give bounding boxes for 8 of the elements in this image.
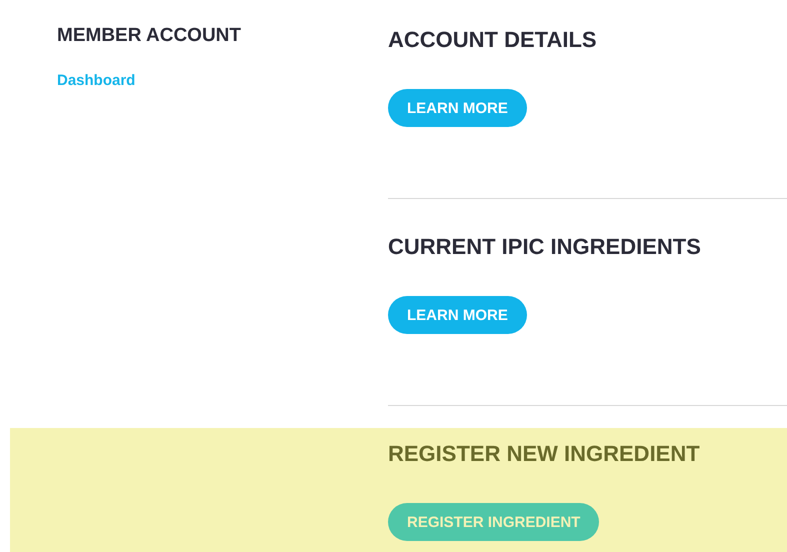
learn-more-button[interactable]: LEARN MORE (388, 296, 527, 334)
sidebar-title: MEMBER ACCOUNT (57, 25, 242, 47)
dashboard-link[interactable]: Dashboard (57, 72, 136, 90)
register-button[interactable]: REGISTER INGREDIENT (388, 503, 600, 541)
section-heading: REGISTER NEW INGREDIENT (388, 441, 700, 467)
section-heading: ACCOUNT DETAILS (388, 27, 597, 53)
learn-more-button[interactable]: LEARN MORE (388, 89, 527, 127)
section-heading: CURRENT IPIC INGREDIENTS (388, 234, 701, 260)
